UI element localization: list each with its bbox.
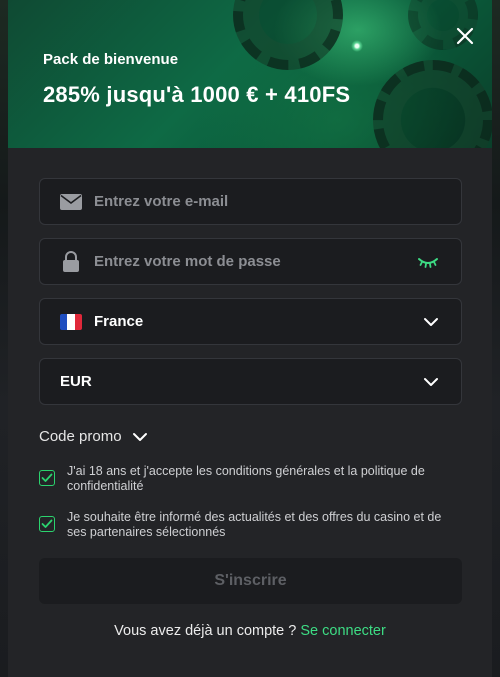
password-field-container [39, 238, 462, 285]
casino-chip-image [373, 60, 492, 148]
country-select[interactable]: France [39, 298, 462, 345]
password-input[interactable] [94, 253, 394, 270]
email-field-container [39, 178, 462, 225]
checkmark-icon [41, 519, 53, 528]
envelope-icon [60, 191, 82, 213]
login-prompt: Vous avez déjà un compte ? Se connecter [8, 623, 492, 639]
checkmark-icon [41, 473, 53, 482]
currency-select[interactable]: EUR [39, 358, 462, 405]
chevron-down-icon [132, 432, 147, 441]
banner-title: 285% jusqu'à 1000 € + 410FS [43, 82, 351, 107]
login-link[interactable]: Se connecter [300, 623, 385, 639]
sparkle-decoration [351, 40, 363, 52]
email-input[interactable] [94, 193, 394, 210]
casino-chip-image [233, 0, 343, 70]
close-icon [456, 27, 474, 45]
eye-icon[interactable] [417, 253, 439, 271]
close-button[interactable] [453, 24, 477, 48]
country-value: France [94, 313, 144, 330]
france-flag-icon [60, 313, 82, 330]
welcome-banner: Pack de bienvenue 285% jusqu'à 1000 € + … [8, 0, 492, 148]
terms-row: J'ai 18 ans et j'accepte les conditions … [39, 464, 459, 494]
signup-modal: Pack de bienvenue 285% jusqu'à 1000 € + … [8, 0, 492, 677]
banner-subtitle: Pack de bienvenue [43, 51, 179, 68]
newsletter-label: Je souhaite être informé des actualités … [67, 510, 442, 539]
login-question: Vous avez déjà un compte ? [114, 623, 297, 639]
promo-code-label: Code promo [39, 428, 122, 445]
background-right [492, 0, 500, 677]
terms-checkbox[interactable] [39, 470, 55, 486]
chevron-down-icon [423, 314, 439, 330]
lock-icon [60, 250, 82, 273]
signup-button[interactable]: S'inscrire [39, 558, 462, 604]
promo-code-toggle[interactable]: Code promo [39, 428, 148, 445]
background-left [0, 0, 8, 677]
currency-value: EUR [60, 373, 92, 390]
newsletter-row: Je souhaite être informé des actualités … [39, 510, 459, 540]
chevron-down-icon [423, 374, 439, 390]
newsletter-checkbox[interactable] [39, 516, 55, 532]
terms-label: J'ai 18 ans et j'accepte les conditions … [67, 464, 425, 493]
